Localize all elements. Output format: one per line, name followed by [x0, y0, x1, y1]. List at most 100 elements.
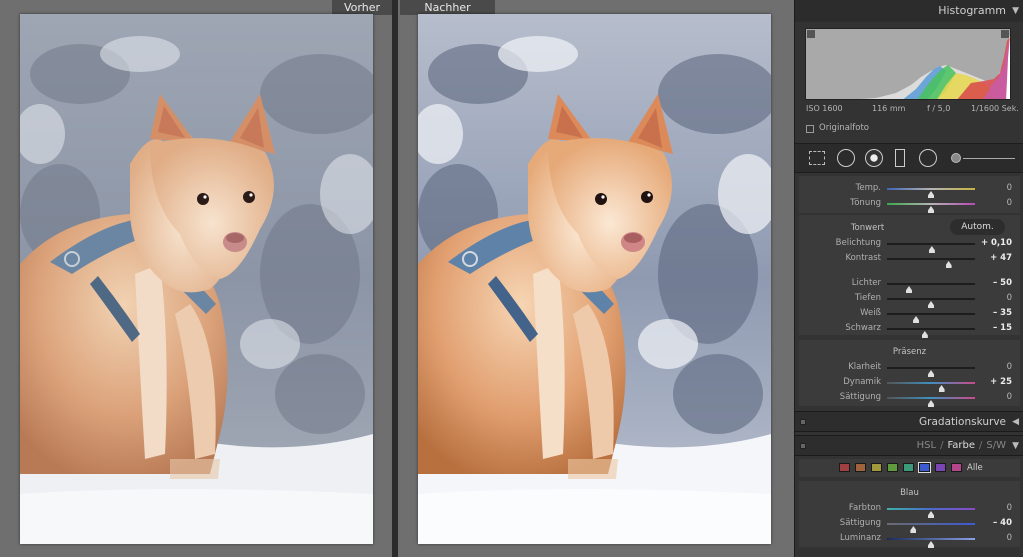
shadows-value[interactable]: 0	[1007, 293, 1012, 303]
tab-hsl[interactable]: HSL	[917, 440, 936, 451]
tab-bw[interactable]: S/W	[986, 440, 1006, 451]
blue-hue-row[interactable]: Farbton 0	[795, 502, 1023, 518]
crop-tool-icon[interactable]	[809, 151, 825, 165]
blue-hue-track[interactable]	[887, 508, 975, 518]
whites-row[interactable]: Weiß – 35	[795, 307, 1023, 323]
shadows-track[interactable]	[887, 298, 975, 308]
highlight-clipping-icon[interactable]	[1001, 30, 1009, 38]
spot-removal-icon[interactable]	[837, 149, 855, 167]
vibrance-value[interactable]: + 25	[990, 377, 1012, 387]
contrast-row[interactable]: Kontrast + 47	[795, 252, 1023, 268]
red-eye-icon[interactable]	[865, 149, 883, 167]
blue-luminance-slider-knob[interactable]	[928, 541, 934, 548]
develop-panel: Histogramm ▼ ISO 1600 116 mm f / 5,0 1/1…	[794, 0, 1023, 557]
highlights-row[interactable]: Lichter – 50	[795, 277, 1023, 293]
shadow-clipping-icon[interactable]	[807, 30, 815, 38]
vibrance-row[interactable]: Dynamik + 25	[795, 376, 1023, 392]
blue-hue-value[interactable]: 0	[1007, 503, 1012, 513]
focal-length-readout: 116 mm	[872, 104, 906, 113]
blue-saturation-value[interactable]: – 40	[993, 518, 1012, 528]
histogram-header[interactable]: Histogramm ▼	[795, 0, 1023, 22]
blue-saturation-label: Sättigung	[839, 518, 881, 528]
color-swatch-2[interactable]	[871, 463, 882, 472]
before-photo[interactable]	[20, 14, 373, 544]
expand-triangle-icon[interactable]: ◀	[1012, 417, 1019, 427]
blacks-row[interactable]: Schwarz – 15	[795, 322, 1023, 338]
exposure-track[interactable]	[887, 243, 975, 253]
exposure-label: Belichtung	[835, 238, 881, 248]
tone-curve-header[interactable]: Gradationskurve ◀	[795, 411, 1023, 432]
contrast-track[interactable]	[887, 258, 975, 268]
blue-luminance-value[interactable]: 0	[1007, 533, 1012, 543]
before-label: Vorher	[332, 0, 392, 15]
saturation-value[interactable]: 0	[1007, 392, 1012, 402]
blacks-label: Schwarz	[845, 323, 881, 333]
blue-saturation-row[interactable]: Sättigung – 40	[795, 517, 1023, 533]
blue-saturation-track[interactable]	[887, 523, 975, 533]
color-swatch-1[interactable]	[855, 463, 866, 472]
brush-slider[interactable]	[963, 158, 1015, 159]
color-swatch-5[interactable]	[918, 462, 931, 473]
color-swatch-0[interactable]	[839, 463, 850, 472]
blacks-track[interactable]	[887, 328, 975, 338]
tint-row[interactable]: Tönung 0	[795, 197, 1023, 213]
iso-readout: ISO 1600	[806, 104, 843, 113]
original-photo-label: Originalfoto	[819, 123, 869, 133]
highlights-label: Lichter	[851, 278, 881, 288]
blacks-slider-knob[interactable]	[921, 331, 928, 338]
contrast-value[interactable]: + 47	[990, 253, 1012, 263]
collapse-triangle-icon-hsl[interactable]: ▼	[1012, 441, 1019, 451]
clarity-track[interactable]	[887, 367, 975, 377]
histogram[interactable]	[805, 28, 1011, 100]
blacks-value[interactable]: – 15	[993, 323, 1012, 333]
adjustment-brush-icon[interactable]	[951, 153, 961, 163]
all-colors-label[interactable]: Alle	[967, 463, 983, 473]
blue-luminance-row[interactable]: Luminanz 0	[795, 532, 1023, 548]
panel-toggle-icon-hsl[interactable]	[800, 443, 806, 449]
whites-value[interactable]: – 35	[993, 308, 1012, 318]
graduated-filter-icon[interactable]	[895, 149, 905, 167]
temp-row[interactable]: Temp. 0	[795, 182, 1023, 198]
temp-track[interactable]	[887, 188, 975, 198]
saturation-slider-knob[interactable]	[928, 400, 934, 407]
hsl-header[interactable]: HSL / Farbe / S/W ▼	[795, 435, 1023, 456]
tint-track[interactable]	[887, 203, 975, 213]
highlights-value[interactable]: – 50	[993, 278, 1012, 288]
contrast-label: Kontrast	[845, 253, 881, 263]
shadows-row[interactable]: Tiefen 0	[795, 292, 1023, 308]
saturation-track[interactable]	[887, 397, 975, 407]
exposure-row[interactable]: Belichtung + 0,10	[795, 237, 1023, 253]
color-swatch-4[interactable]	[903, 463, 914, 472]
vibrance-label: Dynamik	[843, 377, 881, 387]
saturation-row[interactable]: Sättigung 0	[795, 391, 1023, 407]
panel-toggle-icon[interactable]	[800, 419, 806, 425]
vibrance-track[interactable]	[887, 382, 975, 392]
temp-label: Temp.	[855, 183, 881, 193]
clarity-label: Klarheit	[848, 362, 881, 372]
highlights-track[interactable]	[887, 283, 975, 293]
whites-track[interactable]	[887, 313, 975, 323]
hsl-tabs: HSL / Farbe / S/W	[916, 440, 1006, 451]
clarity-value[interactable]: 0	[1007, 362, 1012, 372]
tint-label: Tönung	[850, 198, 881, 208]
clarity-row[interactable]: Klarheit 0	[795, 361, 1023, 377]
color-swatch-3[interactable]	[887, 463, 898, 472]
tint-slider-knob[interactable]	[928, 206, 934, 213]
tint-value[interactable]: 0	[1007, 198, 1012, 208]
blue-luminance-label: Luminanz	[839, 533, 881, 543]
before-view: Vorher	[0, 0, 392, 557]
color-swatch-6[interactable]	[935, 463, 946, 472]
lightroom-compare-window: Vorher Nachher Histogramm ▼ ISO 1600 116…	[0, 0, 1023, 557]
color-swatch-7[interactable]	[951, 463, 962, 472]
temp-value[interactable]: 0	[1007, 183, 1012, 193]
radial-filter-icon[interactable]	[919, 149, 937, 167]
contrast-slider-knob[interactable]	[945, 261, 952, 268]
auto-tone-button[interactable]: Autom.	[950, 219, 1005, 235]
collapse-triangle-icon[interactable]: ▼	[1012, 6, 1019, 16]
after-photo[interactable]	[418, 14, 771, 544]
original-photo-checkbox[interactable]	[806, 125, 814, 133]
saturation-label: Sättigung	[839, 392, 881, 402]
exposure-value[interactable]: + 0,10	[981, 238, 1012, 248]
tab-color[interactable]: Farbe	[947, 440, 975, 451]
blue-luminance-track[interactable]	[887, 538, 975, 548]
